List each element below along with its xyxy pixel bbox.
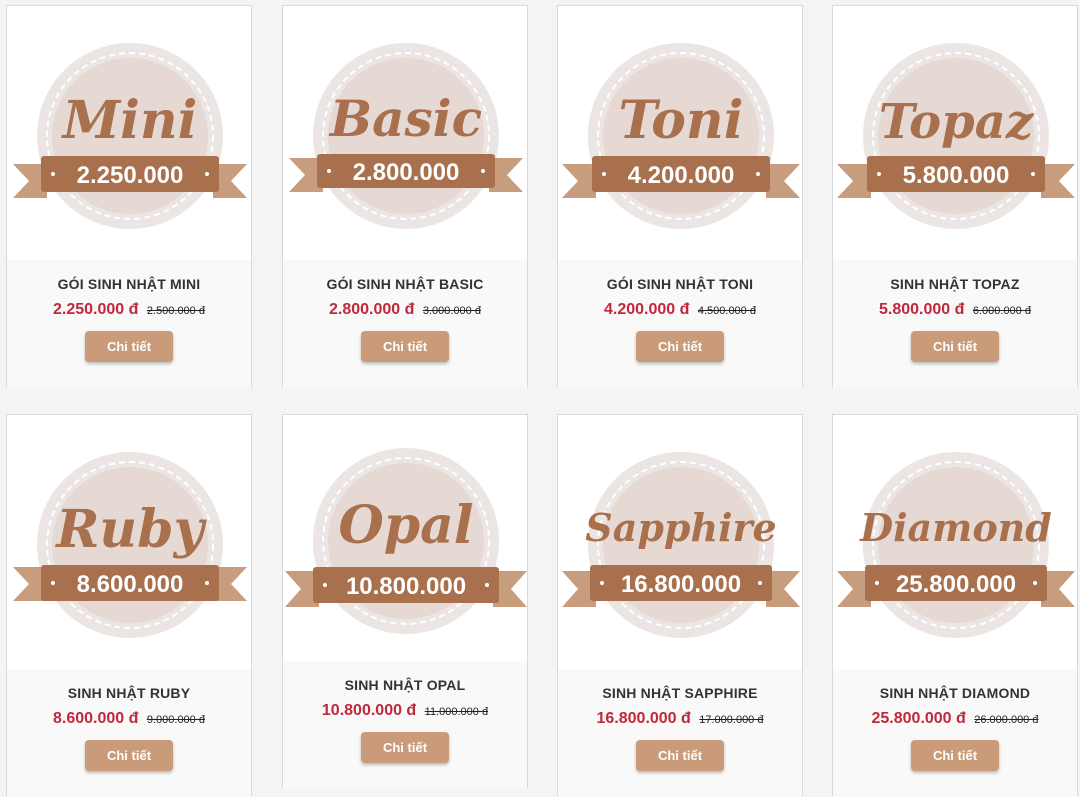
details-button[interactable]: Chi tiết <box>911 740 999 771</box>
package-badge-image[interactable]: Sapphire 16.800.000 <box>558 415 802 669</box>
package-badge-image[interactable]: Ruby 8.600.000 <box>7 415 251 669</box>
original-price: 11.000.000 đ <box>424 706 489 718</box>
package-badge-image[interactable]: Diamond 25.800.000 <box>833 415 1077 669</box>
original-price: 4.500.000 đ <box>697 305 756 317</box>
sale-price: 4.200.000 đ <box>604 301 690 318</box>
package-info: SINH NHẬT SAPPHIRE 16.800.000 đ 17.000.0… <box>558 669 802 797</box>
package-info: SINH NHẬT RUBY 8.600.000 đ 9.000.000 đ C… <box>7 669 251 797</box>
original-price: 17.000.000 đ <box>699 714 764 726</box>
original-price: 3.000.000 đ <box>422 305 481 317</box>
details-button[interactable]: Chi tiết <box>911 331 999 362</box>
package-info: GÓI SINH NHẬT BASIC 2.800.000 đ 3.000.00… <box>283 260 527 388</box>
original-price: 2.500.000 đ <box>146 305 205 317</box>
sale-price: 10.800.000 đ <box>321 702 417 719</box>
badge-price-text: 5.800.000 <box>903 162 1010 189</box>
price-row: 2.800.000 đ 3.000.000 đ <box>283 301 527 319</box>
package-card-basic[interactable]: Basic 2.800.000 GÓI SINH NHẬT BASIC 2.80… <box>282 5 528 388</box>
package-badge-image[interactable]: Toni 4.200.000 <box>558 6 802 260</box>
price-row: 2.250.000 đ 2.500.000 đ <box>7 301 251 319</box>
package-title[interactable]: SINH NHẬT TOPAZ <box>833 276 1077 292</box>
details-button[interactable]: Chi tiết <box>636 331 724 362</box>
badge-name-text: Mini <box>61 90 198 151</box>
badge-name-text: Ruby <box>54 499 207 560</box>
badge-price-text: 8.600.000 <box>77 571 184 598</box>
sale-price: 5.800.000 đ <box>879 301 965 318</box>
badge-price-text: 4.200.000 <box>628 162 735 189</box>
badge-graphic: Basic 2.800.000 <box>289 43 523 229</box>
badge-graphic: Sapphire 16.800.000 <box>562 452 800 638</box>
package-badge-image[interactable]: Mini 2.250.000 <box>7 6 251 260</box>
price-row: 8.600.000 đ 9.000.000 đ <box>7 710 251 728</box>
package-title[interactable]: SINH NHẬT DIAMOND <box>833 685 1077 701</box>
badge-name-text: Sapphire <box>585 505 776 550</box>
sale-price: 2.800.000 đ <box>329 301 415 318</box>
package-title[interactable]: SINH NHẬT SAPPHIRE <box>558 685 802 701</box>
badge-price-text: 2.250.000 <box>77 162 184 189</box>
badge-price-text: 10.800.000 <box>346 573 466 600</box>
package-title[interactable]: GÓI SINH NHẬT TONI <box>558 276 802 292</box>
details-button[interactable]: Chi tiết <box>361 331 449 362</box>
badge-graphic: Mini 2.250.000 <box>13 43 247 229</box>
badge-graphic: Diamond 25.800.000 <box>837 452 1075 638</box>
package-title[interactable]: SINH NHẬT OPAL <box>283 677 527 693</box>
package-title[interactable]: GÓI SINH NHẬT MINI <box>7 276 251 292</box>
package-card-sapphire[interactable]: Sapphire 16.800.000 SINH NHẬT SAPPHIRE 1… <box>557 414 803 797</box>
price-row: 4.200.000 đ 4.500.000 đ <box>558 301 802 319</box>
package-info: GÓI SINH NHẬT TONI 4.200.000 đ 4.500.000… <box>558 260 802 388</box>
package-title[interactable]: SINH NHẬT RUBY <box>7 685 251 701</box>
badge-name-text: Opal <box>338 495 473 556</box>
package-badge-image[interactable]: Opal 10.800.000 <box>283 415 527 661</box>
package-card-diamond[interactable]: Diamond 25.800.000 SINH NHẬT DIAMOND 25.… <box>832 414 1078 797</box>
details-button[interactable]: Chi tiết <box>85 331 173 362</box>
sale-price: 2.250.000 đ <box>53 301 139 318</box>
package-card-topaz[interactable]: Topaz 5.800.000 SINH NHẬT TOPAZ 5.800.00… <box>832 5 1078 388</box>
badge-name-text: Diamond <box>859 505 1052 550</box>
badge-graphic: Opal 10.800.000 <box>285 448 527 634</box>
badge-graphic: Topaz 5.800.000 <box>837 43 1075 229</box>
package-info: SINH NHẬT TOPAZ 5.800.000 đ 6.000.000 đ … <box>833 260 1077 388</box>
badge-graphic: Ruby 8.600.000 <box>13 452 247 638</box>
package-info: SINH NHẬT DIAMOND 25.800.000 đ 26.000.00… <box>833 669 1077 797</box>
original-price: 9.000.000 đ <box>146 714 205 726</box>
package-card-opal[interactable]: Opal 10.800.000 SINH NHẬT OPAL 10.800.00… <box>282 414 528 789</box>
package-info: GÓI SINH NHẬT MINI 2.250.000 đ 2.500.000… <box>7 260 251 388</box>
package-card-toni[interactable]: Toni 4.200.000 GÓI SINH NHẬT TONI 4.200.… <box>557 5 803 388</box>
badge-name-text: Topaz <box>879 94 1035 150</box>
price-row: 5.800.000 đ 6.000.000 đ <box>833 301 1077 319</box>
package-title[interactable]: GÓI SINH NHẬT BASIC <box>283 276 527 292</box>
package-grid: Mini 2.250.000 GÓI SINH NHẬT MINI 2.250.… <box>0 0 1080 797</box>
package-info: SINH NHẬT OPAL 10.800.000 đ 11.000.000 đ… <box>283 661 527 789</box>
package-card-mini[interactable]: Mini 2.250.000 GÓI SINH NHẬT MINI 2.250.… <box>6 5 252 388</box>
price-row: 25.800.000 đ 26.000.000 đ <box>833 710 1077 728</box>
badge-price-text: 16.800.000 <box>621 571 741 598</box>
original-price: 26.000.000 đ <box>974 714 1039 726</box>
package-badge-image[interactable]: Basic 2.800.000 <box>283 6 527 260</box>
package-badge-image[interactable]: Topaz 5.800.000 <box>833 6 1077 260</box>
sale-price: 8.600.000 đ <box>53 710 139 727</box>
price-row: 10.800.000 đ 11.000.000 đ <box>283 702 527 720</box>
badge-name-text: Basic <box>328 89 482 148</box>
package-card-ruby[interactable]: Ruby 8.600.000 SINH NHẬT RUBY 8.600.000 … <box>6 414 252 797</box>
badge-name-text: Toni <box>619 90 744 151</box>
sale-price: 16.800.000 đ <box>596 710 691 727</box>
badge-price-text: 2.800.000 <box>353 159 460 186</box>
price-row: 16.800.000 đ 17.000.000 đ <box>558 710 802 728</box>
sale-price: 25.800.000 đ <box>871 710 966 727</box>
badge-graphic: Toni 4.200.000 <box>562 43 800 229</box>
details-button[interactable]: Chi tiết <box>85 740 173 771</box>
original-price: 6.000.000 đ <box>972 305 1031 317</box>
details-button[interactable]: Chi tiết <box>361 732 449 763</box>
badge-price-text: 25.800.000 <box>896 571 1016 598</box>
details-button[interactable]: Chi tiết <box>636 740 724 771</box>
